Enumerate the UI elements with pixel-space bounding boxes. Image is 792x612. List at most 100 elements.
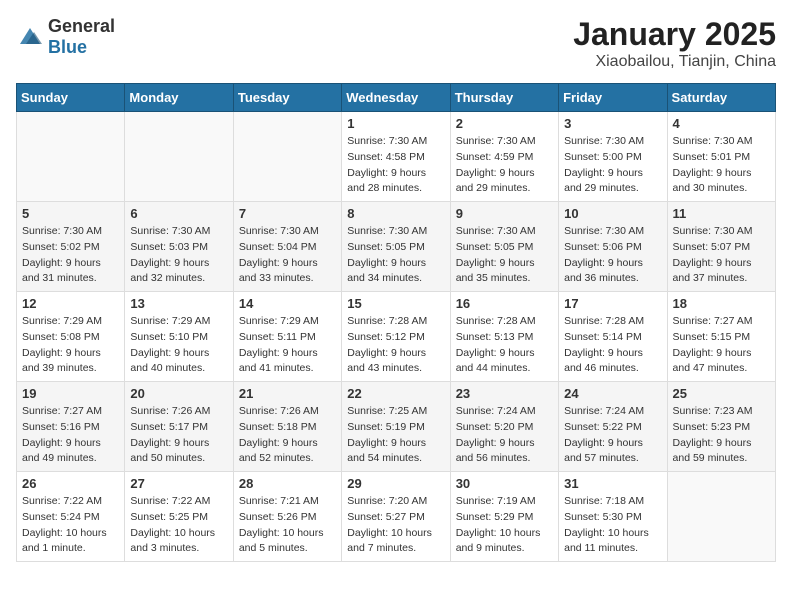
header-tuesday: Tuesday (233, 84, 341, 112)
day-number: 18 (673, 296, 770, 311)
calendar-table: SundayMondayTuesdayWednesdayThursdayFrid… (16, 83, 776, 562)
day-number: 22 (347, 386, 444, 401)
day-number: 8 (347, 206, 444, 221)
day-detail: Sunrise: 7:28 AMSunset: 5:13 PMDaylight:… (456, 314, 553, 377)
day-number: 11 (673, 206, 770, 221)
day-number: 6 (130, 206, 227, 221)
day-number: 2 (456, 116, 553, 131)
day-number: 30 (456, 476, 553, 491)
day-cell: 13Sunrise: 7:29 AMSunset: 5:10 PMDayligh… (125, 292, 233, 382)
day-number: 7 (239, 206, 336, 221)
day-cell: 29Sunrise: 7:20 AMSunset: 5:27 PMDayligh… (342, 472, 450, 562)
day-cell: 27 Sunrise: 7:22 AMSunset: 5:25 PMDayligh… (125, 472, 233, 562)
day-cell: 30 Sunrise: 7:19 AMSunset: 5:29 PMDayligh… (450, 472, 558, 562)
logo-blue: Blue (48, 37, 87, 57)
logo: General Blue (16, 16, 115, 58)
calendar-title: January 2025 (573, 16, 776, 53)
day-detail: Sunrise: 7:30 AMSunset: 4:59 PMDaylight:… (456, 134, 553, 197)
day-cell (667, 472, 775, 562)
day-detail: Sunrise: 7:30 AMSunset: 5:00 PMDaylight:… (564, 134, 661, 197)
day-detail: Sunrise: 7:29 AMSunset: 5:11 PMDaylight:… (239, 314, 336, 377)
day-cell: 25 Sunrise: 7:23 AMSunset: 5:23 PMDayligh… (667, 382, 775, 472)
day-cell: 12Sunrise: 7:29 AMSunset: 5:08 PMDayligh… (17, 292, 125, 382)
week-row-5: 26Sunrise: 7:22 AMSunset: 5:24 PMDayligh… (17, 472, 776, 562)
day-detail: Sunrise: 7:26 AMSunset: 5:17 PMDaylight:… (130, 404, 227, 467)
day-detail: Sunrise: 7:28 AMSunset: 5:14 PMDaylight:… (564, 314, 661, 377)
day-cell: 21 Sunrise: 7:26 AMSunset: 5:18 PMDayligh… (233, 382, 341, 472)
header-row: SundayMondayTuesdayWednesdayThursdayFrid… (17, 84, 776, 112)
day-detail: Sunrise: 7:21 AMSunset: 5:26 PMDaylight:… (239, 494, 336, 557)
day-cell: 3Sunrise: 7:30 AMSunset: 5:00 PMDaylight… (559, 112, 667, 202)
day-number: 1 (347, 116, 444, 131)
day-cell: 20Sunrise: 7:26 AMSunset: 5:17 PMDayligh… (125, 382, 233, 472)
header-friday: Friday (559, 84, 667, 112)
day-detail: Sunrise: 7:23 AMSunset: 5:23 PMDaylight:… (673, 404, 770, 467)
day-detail: Sunrise: 7:18 AMSunset: 5:30 PMDaylight:… (564, 494, 661, 557)
day-cell: 11 Sunrise: 7:30 AMSunset: 5:07 PMDayligh… (667, 202, 775, 292)
day-cell: 2 Sunrise: 7:30 AMSunset: 4:59 PMDaylight… (450, 112, 558, 202)
week-row-2: 5Sunrise: 7:30 AMSunset: 5:02 PMDaylight… (17, 202, 776, 292)
day-cell: 24 Sunrise: 7:24 AMSunset: 5:22 PMDayligh… (559, 382, 667, 472)
day-detail: Sunrise: 7:20 AMSunset: 5:27 PMDaylight:… (347, 494, 444, 557)
day-number: 27 (130, 476, 227, 491)
week-row-4: 19 Sunrise: 7:27 AMSunset: 5:16 PMDayligh… (17, 382, 776, 472)
day-cell: 1 Sunrise: 7:30 AMSunset: 4:58 PMDaylight… (342, 112, 450, 202)
day-detail: Sunrise: 7:30 AMSunset: 5:05 PMDaylight:… (347, 224, 444, 287)
day-detail: Sunrise: 7:30 AMSunset: 4:58 PMDaylight:… (347, 134, 444, 197)
day-cell: 17 Sunrise: 7:28 AMSunset: 5:14 PMDayligh… (559, 292, 667, 382)
day-detail: Sunrise: 7:27 AMSunset: 5:16 PMDaylight:… (22, 404, 119, 467)
day-cell: 16 Sunrise: 7:28 AMSunset: 5:13 PMDayligh… (450, 292, 558, 382)
day-number: 9 (456, 206, 553, 221)
day-cell: 10 Sunrise: 7:30 AMSunset: 5:06 PMDayligh… (559, 202, 667, 292)
day-cell: 8 Sunrise: 7:30 AMSunset: 5:05 PMDaylight… (342, 202, 450, 292)
day-detail: Sunrise: 7:30 AMSunset: 5:04 PMDaylight:… (239, 224, 336, 287)
week-row-3: 12Sunrise: 7:29 AMSunset: 5:08 PMDayligh… (17, 292, 776, 382)
day-detail: Sunrise: 7:24 AMSunset: 5:22 PMDaylight:… (564, 404, 661, 467)
day-detail: Sunrise: 7:30 AMSunset: 5:02 PMDaylight:… (22, 224, 119, 287)
day-cell: 18 Sunrise: 7:27 AMSunset: 5:15 PMDayligh… (667, 292, 775, 382)
day-number: 31 (564, 476, 661, 491)
day-number: 12 (22, 296, 119, 311)
day-number: 26 (22, 476, 119, 491)
day-cell (17, 112, 125, 202)
header-saturday: Saturday (667, 84, 775, 112)
day-cell (233, 112, 341, 202)
day-cell: 15Sunrise: 7:28 AMSunset: 5:12 PMDayligh… (342, 292, 450, 382)
day-detail: Sunrise: 7:25 AMSunset: 5:19 PMDaylight:… (347, 404, 444, 467)
day-detail: Sunrise: 7:19 AMSunset: 5:29 PMDaylight:… (456, 494, 553, 557)
day-number: 4 (673, 116, 770, 131)
day-detail: Sunrise: 7:30 AMSunset: 5:05 PMDaylight:… (456, 224, 553, 287)
header-sunday: Sunday (17, 84, 125, 112)
day-detail: Sunrise: 7:27 AMSunset: 5:15 PMDaylight:… (673, 314, 770, 377)
day-number: 19 (22, 386, 119, 401)
day-number: 25 (673, 386, 770, 401)
day-number: 10 (564, 206, 661, 221)
day-cell: 26Sunrise: 7:22 AMSunset: 5:24 PMDayligh… (17, 472, 125, 562)
day-cell: 22 Sunrise: 7:25 AMSunset: 5:19 PMDayligh… (342, 382, 450, 472)
logo-general: General (48, 16, 115, 36)
day-detail: Sunrise: 7:30 AMSunset: 5:03 PMDaylight:… (130, 224, 227, 287)
day-cell: 28 Sunrise: 7:21 AMSunset: 5:26 PMDayligh… (233, 472, 341, 562)
calendar-subtitle: Xiaobailou, Tianjin, China (573, 53, 776, 71)
day-number: 24 (564, 386, 661, 401)
day-cell: 4Sunrise: 7:30 AMSunset: 5:01 PMDaylight… (667, 112, 775, 202)
logo-icon (16, 26, 44, 48)
day-number: 28 (239, 476, 336, 491)
day-detail: Sunrise: 7:22 AMSunset: 5:25 PMDaylight:… (130, 494, 227, 557)
day-number: 17 (564, 296, 661, 311)
day-number: 21 (239, 386, 336, 401)
day-cell: 14Sunrise: 7:29 AMSunset: 5:11 PMDayligh… (233, 292, 341, 382)
header-thursday: Thursday (450, 84, 558, 112)
day-cell: 19 Sunrise: 7:27 AMSunset: 5:16 PMDayligh… (17, 382, 125, 472)
day-detail: Sunrise: 7:28 AMSunset: 5:12 PMDaylight:… (347, 314, 444, 377)
day-cell (125, 112, 233, 202)
day-number: 23 (456, 386, 553, 401)
day-cell: 7 Sunrise: 7:30 AMSunset: 5:04 PMDaylight… (233, 202, 341, 292)
day-detail: Sunrise: 7:26 AMSunset: 5:18 PMDaylight:… (239, 404, 336, 467)
day-detail: Sunrise: 7:30 AMSunset: 5:06 PMDaylight:… (564, 224, 661, 287)
day-number: 16 (456, 296, 553, 311)
day-number: 13 (130, 296, 227, 311)
day-detail: Sunrise: 7:30 AMSunset: 5:07 PMDaylight:… (673, 224, 770, 287)
day-cell: 6 Sunrise: 7:30 AMSunset: 5:03 PMDaylight… (125, 202, 233, 292)
header-wednesday: Wednesday (342, 84, 450, 112)
